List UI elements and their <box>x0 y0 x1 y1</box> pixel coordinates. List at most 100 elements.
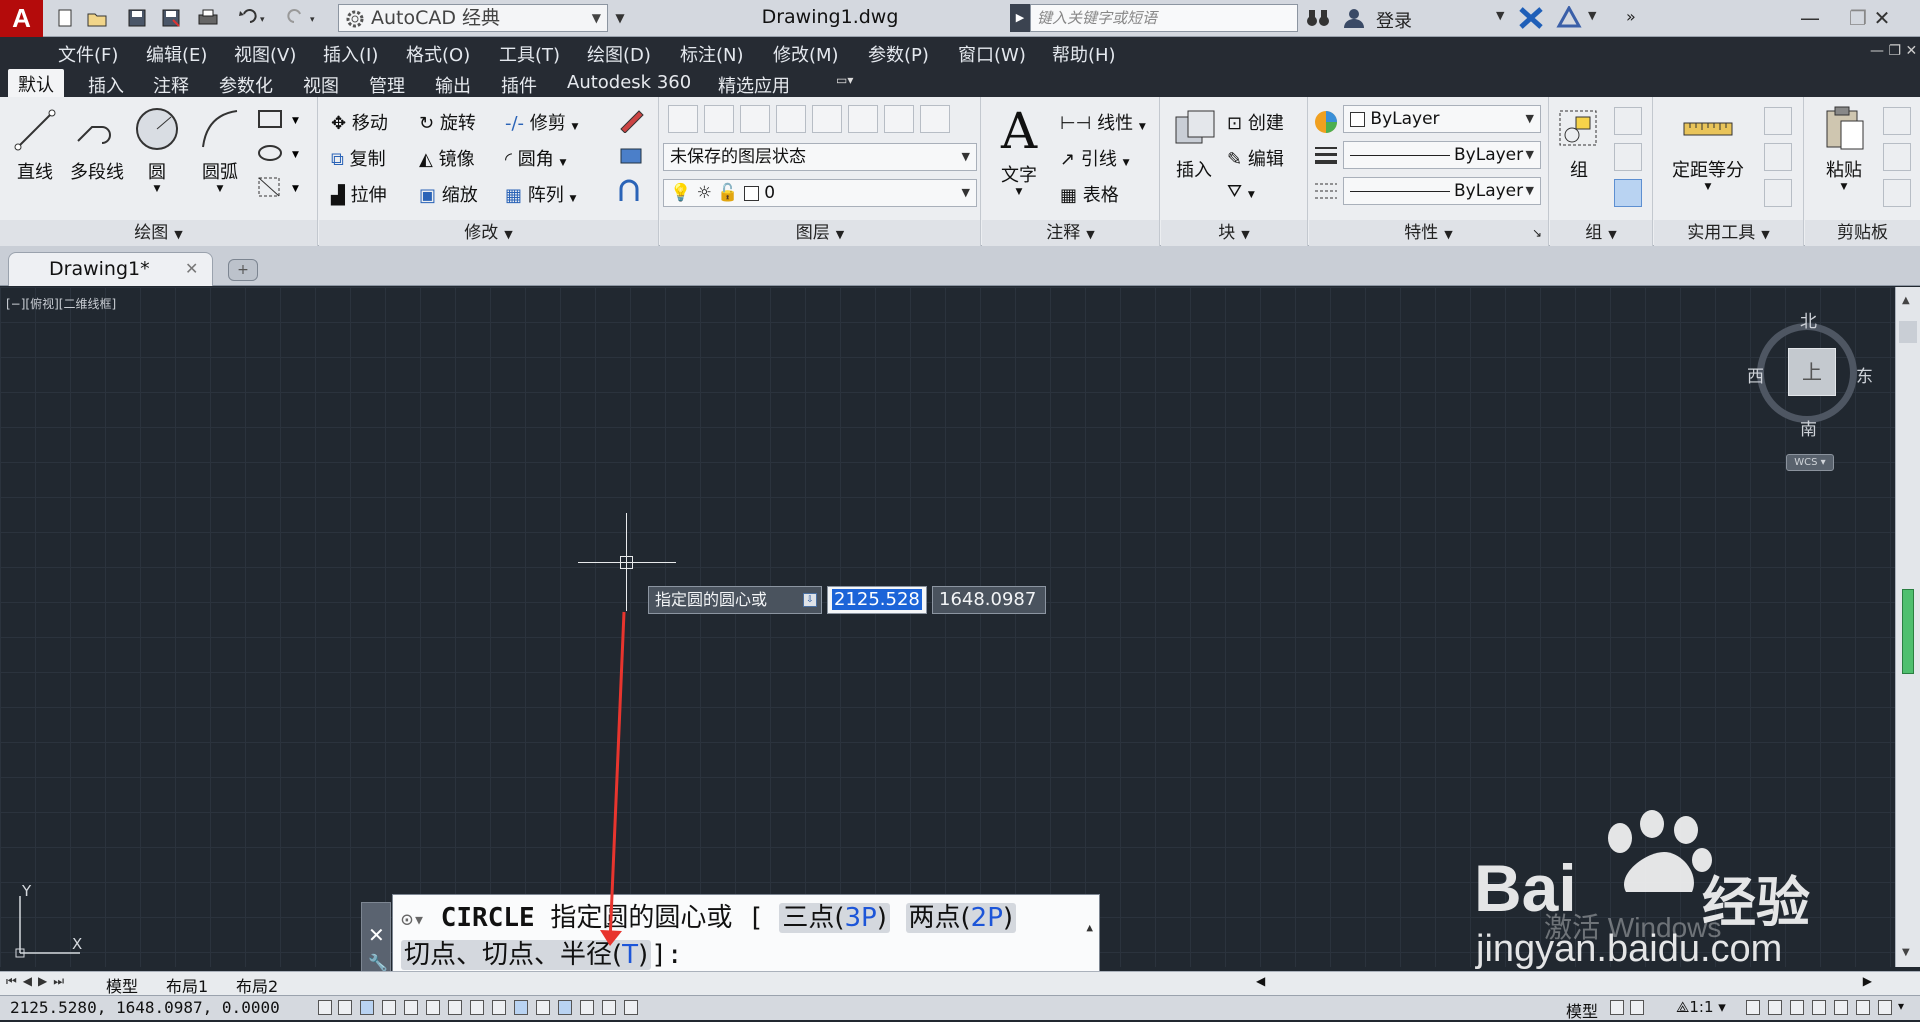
tab-featured-apps[interactable]: 精选应用 <box>718 72 790 98</box>
transparency-icon[interactable] <box>558 1000 572 1015</box>
menu-format[interactable]: 格式(O) <box>406 41 470 67</box>
customize-wrench-icon[interactable]: 🔧 <box>368 953 388 972</box>
exchange-icon[interactable] <box>1518 6 1544 35</box>
paste-button[interactable]: 粘贴 ▼ <box>1819 105 1869 192</box>
annotation-monitor-icon[interactable] <box>624 1000 638 1015</box>
viewcube-east[interactable]: 东 <box>1856 362 1873 387</box>
auto-scale-icon[interactable] <box>1768 1000 1782 1015</box>
menu-insert[interactable]: 插入(I) <box>323 41 378 67</box>
viewcube-south[interactable]: 南 <box>1800 415 1817 440</box>
dynamic-input-icon[interactable] <box>514 1000 528 1015</box>
move-button[interactable]: ✥ 移动 <box>331 109 388 135</box>
minimize-button[interactable]: — <box>1790 4 1830 32</box>
command-line[interactable]: ⊙▾ CIRCLE 指定圆的圆心或 [ 三点(3P) 两点(2P) 切点、切点、… <box>392 894 1100 976</box>
hatch-icon[interactable]: ▼ <box>256 141 304 170</box>
measure-button[interactable]: 定距等分 ▼ <box>1668 107 1748 192</box>
more-icon[interactable]: » <box>1626 7 1636 26</box>
erase-icon[interactable] <box>617 107 647 138</box>
stretch-button[interactable]: ▟ 拉伸 <box>331 181 387 207</box>
hardware-acceleration-icon[interactable] <box>1856 1000 1870 1015</box>
layout-tab-layout2[interactable]: 布局2 <box>236 973 278 997</box>
menu-window[interactable]: 窗口(W) <box>958 41 1026 67</box>
color-select[interactable]: ByLayer ▼ <box>1343 105 1541 133</box>
grid-display-icon[interactable] <box>360 1000 374 1015</box>
undo-icon[interactable]: ▾ <box>232 6 272 30</box>
close-button[interactable]: ✕ <box>1862 4 1902 32</box>
linetype-select[interactable]: ByLayer ▼ <box>1343 177 1541 205</box>
lock-ui-icon[interactable] <box>1812 1000 1826 1015</box>
menu-help[interactable]: 帮助(H) <box>1052 41 1116 67</box>
allow-ducs-icon[interactable] <box>492 1000 506 1015</box>
option-ttr[interactable]: 切点、切点、半径(T) <box>401 940 652 970</box>
doc-tab-close-icon[interactable]: ✕ <box>185 253 198 285</box>
ungroup-icon[interactable] <box>1614 107 1642 135</box>
calculator-icon[interactable] <box>1764 179 1792 207</box>
table-button[interactable]: ▦ 表格 <box>1060 181 1119 207</box>
doc-window-controls[interactable]: — ❐ ✕ <box>1870 43 1917 59</box>
scroll-left-icon[interactable]: ◀ <box>1256 974 1265 988</box>
menu-edit[interactable]: 编辑(E) <box>146 41 207 67</box>
a360-icon[interactable] <box>1556 4 1582 35</box>
layer-match-icon[interactable] <box>776 105 806 133</box>
scroll-up-icon[interactable]: ▲ <box>1902 295 1910 306</box>
redo-icon[interactable]: ▾ <box>282 6 322 30</box>
panel-annotation-title[interactable]: 注释 ▼ <box>982 220 1159 246</box>
fillet-button[interactable]: ◜ 圆角 ▼ <box>505 145 566 171</box>
a360-dropdown[interactable]: ▼ <box>1588 9 1596 22</box>
cut-icon[interactable] <box>1883 107 1911 135</box>
command-line-grip[interactable]: ✕ 🔧 <box>361 902 391 978</box>
layer-select[interactable]: 💡 ☼ 🔓 0 ▼ <box>663 179 977 207</box>
explode-icon[interactable] <box>617 143 647 174</box>
command-history-toggle[interactable]: ▲ <box>1086 921 1093 934</box>
save-icon[interactable] <box>124 6 150 30</box>
lineweight-select[interactable]: ByLayer ▼ <box>1343 141 1541 169</box>
autocad-logo-button[interactable]: A <box>0 0 43 37</box>
panel-properties-title[interactable]: 特性 ▼ ↘ <box>1309 220 1548 246</box>
layout-nav-arrows[interactable]: ⏮◀▶⏭ <box>6 974 70 989</box>
scroll-thumb[interactable] <box>1899 321 1917 343</box>
options-down-icon[interactable]: ⇩ <box>803 593 817 607</box>
copy-clip-icon[interactable] <box>1883 143 1911 171</box>
rectangle-icon[interactable]: ▼ <box>256 107 304 136</box>
viewport-controls[interactable]: [−][俯视][二维线框] <box>6 295 116 312</box>
scroll-down-icon[interactable]: ▼ <box>1902 947 1910 958</box>
tab-parametric[interactable]: 参数化 <box>219 72 273 98</box>
panel-draw-title[interactable]: 绘图 ▼ <box>0 220 317 246</box>
select-all-icon[interactable] <box>1764 143 1792 171</box>
command-icon[interactable]: ⊙▾ <box>401 907 425 931</box>
layer-state-icon[interactable] <box>704 105 734 133</box>
circle-dropdown[interactable]: ▼ <box>132 184 182 194</box>
insert-block-button[interactable]: 插入 <box>1169 107 1219 182</box>
create-block-button[interactable]: ⊡ 创建 <box>1227 109 1284 135</box>
user-icon[interactable] <box>1342 6 1366 35</box>
tab-autodesk360[interactable]: Autodesk 360 <box>567 72 691 93</box>
menu-draw[interactable]: 绘图(D) <box>587 41 651 67</box>
menu-view[interactable]: 视图(V) <box>234 41 296 67</box>
layer-walk-icon[interactable] <box>920 105 950 133</box>
quick-select-icon[interactable] <box>1764 107 1792 135</box>
menu-dimension[interactable]: 标注(N) <box>680 41 744 67</box>
viewcube-west[interactable]: 西 <box>1747 362 1764 387</box>
option-2p[interactable]: 两点(2P) <box>905 903 1017 933</box>
viewcube-top-face[interactable]: 上 <box>1788 348 1836 396</box>
vertical-scrollbar[interactable]: ▲ ▼ <box>1895 287 1920 967</box>
polyline-button[interactable]: 多段线 <box>66 105 128 184</box>
3d-osnap-icon[interactable] <box>448 1000 462 1015</box>
new-tab-button[interactable]: + <box>228 259 258 281</box>
saveas-icon[interactable] <box>158 6 184 30</box>
menu-parametric[interactable]: 参数(P) <box>868 41 929 67</box>
layer-state-select[interactable]: 未保存的图层状态 ▼ <box>663 143 977 171</box>
quick-view-layouts-icon[interactable] <box>1610 1000 1624 1015</box>
mirror-button[interactable]: ◭ 镜像 <box>419 145 475 171</box>
annotation-scale-select[interactable]: ⟁1:1 ▾ <box>1676 998 1726 1016</box>
menu-modify[interactable]: 修改(M) <box>773 41 839 67</box>
workspace-select[interactable]: AutoCAD 经典 ▼ <box>338 4 608 32</box>
customize-qa-button[interactable]: ▼ <box>610 4 630 32</box>
dynamic-input-x[interactable]: 2125.528 <box>827 586 927 614</box>
text-button[interactable]: A 文字 ▼ <box>996 101 1042 197</box>
ribbon-minimize-toggle[interactable]: ▭▾ <box>836 73 866 89</box>
new-icon[interactable] <box>52 6 78 30</box>
quick-properties-icon[interactable] <box>580 1000 594 1015</box>
group-selection-toggle-icon[interactable] <box>1614 179 1642 207</box>
layout-tab-model[interactable]: 模型 <box>106 973 138 997</box>
